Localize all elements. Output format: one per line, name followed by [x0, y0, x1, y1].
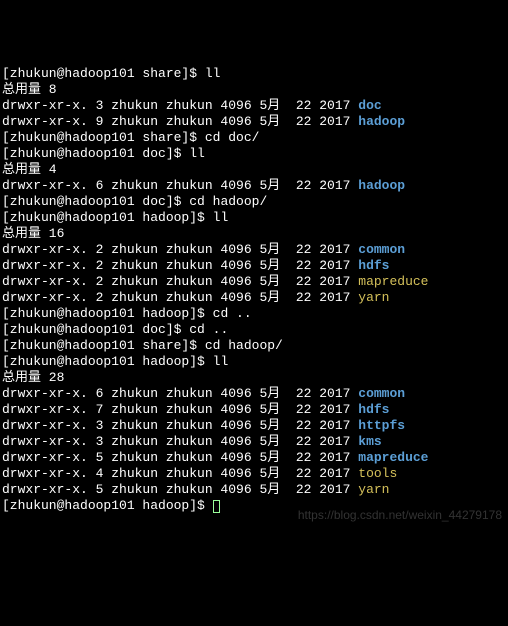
directory-name: httpfs [358, 418, 405, 433]
directory-name: hdfs [358, 402, 389, 417]
ls-entry: drwxr-xr-x. 2 zhukun zhukun 4096 5月 22 2… [2, 258, 506, 274]
shell-command: cd hadoop/ [205, 338, 283, 353]
ls-entry: drwxr-xr-x. 3 zhukun zhukun 4096 5月 22 2… [2, 98, 506, 114]
directory-name: yarn [358, 290, 389, 305]
ls-meta: drwxr-xr-x. 4 zhukun zhukun 4096 5月 22 2… [2, 466, 358, 481]
shell-prompt: [zhukun@hadoop101 share]$ [2, 338, 205, 353]
total-line: 总用量 8 [2, 82, 506, 98]
cursor [213, 500, 220, 513]
ls-meta: drwxr-xr-x. 2 zhukun zhukun 4096 5月 22 2… [2, 274, 358, 289]
ls-meta: drwxr-xr-x. 7 zhukun zhukun 4096 5月 22 2… [2, 402, 358, 417]
directory-name: doc [358, 98, 381, 113]
ls-entry: drwxr-xr-x. 5 zhukun zhukun 4096 5月 22 2… [2, 482, 506, 498]
shell-prompt: [zhukun@hadoop101 doc]$ [2, 322, 189, 337]
ls-entry: drwxr-xr-x. 3 zhukun zhukun 4096 5月 22 2… [2, 434, 506, 450]
terminal-output[interactable]: [zhukun@hadoop101 share]$ ll总用量 8drwxr-x… [2, 66, 506, 514]
shell-prompt: [zhukun@hadoop101 doc]$ [2, 146, 189, 161]
shell-prompt: [zhukun@hadoop101 doc]$ [2, 194, 189, 209]
ls-meta: drwxr-xr-x. 9 zhukun zhukun 4096 5月 22 2… [2, 114, 358, 129]
ls-meta: drwxr-xr-x. 3 zhukun zhukun 4096 5月 22 2… [2, 434, 358, 449]
shell-prompt: [zhukun@hadoop101 share]$ [2, 130, 205, 145]
total-line: 总用量 16 [2, 226, 506, 242]
ls-meta: drwxr-xr-x. 5 zhukun zhukun 4096 5月 22 2… [2, 482, 358, 497]
ls-meta: drwxr-xr-x. 6 zhukun zhukun 4096 5月 22 2… [2, 178, 358, 193]
ls-entry: drwxr-xr-x. 2 zhukun zhukun 4096 5月 22 2… [2, 290, 506, 306]
directory-name: mapreduce [358, 450, 428, 465]
ls-meta: drwxr-xr-x. 3 zhukun zhukun 4096 5月 22 2… [2, 418, 358, 433]
shell-command: cd .. [213, 306, 252, 321]
ls-meta: drwxr-xr-x. 3 zhukun zhukun 4096 5月 22 2… [2, 98, 358, 113]
ls-entry: drwxr-xr-x. 9 zhukun zhukun 4096 5月 22 2… [2, 114, 506, 130]
directory-name: yarn [358, 482, 389, 497]
shell-command: cd hadoop/ [189, 194, 267, 209]
prompt-line[interactable]: [zhukun@hadoop101 doc]$ cd .. [2, 322, 506, 338]
ls-entry: drwxr-xr-x. 5 zhukun zhukun 4096 5月 22 2… [2, 450, 506, 466]
directory-name: mapreduce [358, 274, 428, 289]
shell-prompt: [zhukun@hadoop101 hadoop]$ [2, 354, 213, 369]
prompt-line[interactable]: [zhukun@hadoop101 hadoop]$ ll [2, 354, 506, 370]
prompt-line[interactable]: [zhukun@hadoop101 share]$ cd hadoop/ [2, 338, 506, 354]
prompt-line[interactable]: [zhukun@hadoop101 hadoop]$ [2, 498, 506, 514]
ls-meta: drwxr-xr-x. 2 zhukun zhukun 4096 5月 22 2… [2, 242, 358, 257]
ls-entry: drwxr-xr-x. 2 zhukun zhukun 4096 5月 22 2… [2, 274, 506, 290]
shell-command: cd doc/ [205, 130, 260, 145]
ls-entry: drwxr-xr-x. 7 zhukun zhukun 4096 5月 22 2… [2, 402, 506, 418]
directory-name: common [358, 386, 405, 401]
prompt-line[interactable]: [zhukun@hadoop101 share]$ ll [2, 66, 506, 82]
shell-command: cd .. [189, 322, 228, 337]
ls-meta: drwxr-xr-x. 2 zhukun zhukun 4096 5月 22 2… [2, 290, 358, 305]
shell-prompt: [zhukun@hadoop101 hadoop]$ [2, 498, 213, 513]
prompt-line[interactable]: [zhukun@hadoop101 doc]$ ll [2, 146, 506, 162]
shell-prompt: [zhukun@hadoop101 share]$ [2, 66, 205, 81]
prompt-line[interactable]: [zhukun@hadoop101 share]$ cd doc/ [2, 130, 506, 146]
ls-entry: drwxr-xr-x. 6 zhukun zhukun 4096 5月 22 2… [2, 178, 506, 194]
ls-meta: drwxr-xr-x. 6 zhukun zhukun 4096 5月 22 2… [2, 386, 358, 401]
shell-command: ll [213, 354, 229, 369]
total-line: 总用量 28 [2, 370, 506, 386]
directory-name: hadoop [358, 178, 405, 193]
prompt-line[interactable]: [zhukun@hadoop101 hadoop]$ cd .. [2, 306, 506, 322]
directory-name: tools [358, 466, 397, 481]
directory-name: kms [358, 434, 381, 449]
ls-entry: drwxr-xr-x. 2 zhukun zhukun 4096 5月 22 2… [2, 242, 506, 258]
ls-entry: drwxr-xr-x. 4 zhukun zhukun 4096 5月 22 2… [2, 466, 506, 482]
shell-prompt: [zhukun@hadoop101 hadoop]$ [2, 306, 213, 321]
directory-name: common [358, 242, 405, 257]
ls-entry: drwxr-xr-x. 3 zhukun zhukun 4096 5月 22 2… [2, 418, 506, 434]
total-line: 总用量 4 [2, 162, 506, 178]
ls-meta: drwxr-xr-x. 5 zhukun zhukun 4096 5月 22 2… [2, 450, 358, 465]
shell-command: ll [189, 146, 205, 161]
shell-prompt: [zhukun@hadoop101 hadoop]$ [2, 210, 213, 225]
directory-name: hdfs [358, 258, 389, 273]
ls-entry: drwxr-xr-x. 6 zhukun zhukun 4096 5月 22 2… [2, 386, 506, 402]
prompt-line[interactable]: [zhukun@hadoop101 hadoop]$ ll [2, 210, 506, 226]
prompt-line[interactable]: [zhukun@hadoop101 doc]$ cd hadoop/ [2, 194, 506, 210]
shell-command: ll [205, 66, 221, 81]
directory-name: hadoop [358, 114, 405, 129]
shell-command: ll [213, 210, 229, 225]
ls-meta: drwxr-xr-x. 2 zhukun zhukun 4096 5月 22 2… [2, 258, 358, 273]
